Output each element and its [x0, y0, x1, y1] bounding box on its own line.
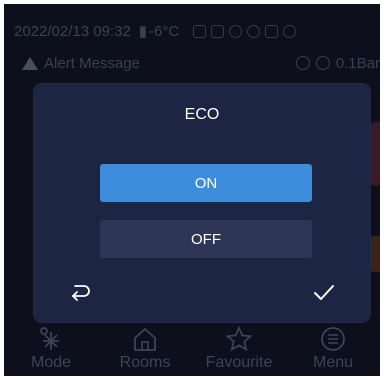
gauge-icon — [315, 56, 330, 70]
status-icons — [193, 24, 297, 38]
nav-item-mode[interactable]: Mode — [11, 326, 91, 372]
dialog-title: ECO — [184, 106, 220, 123]
thermometer-icon: ▮ — [138, 23, 148, 40]
bottom-nav: Mode Rooms Favourite Menu — [4, 320, 380, 376]
nav-label: Mode — [30, 354, 72, 371]
option-off-button[interactable]: OFF — [100, 220, 312, 258]
status-icon — [193, 24, 207, 38]
status-icon — [265, 24, 279, 38]
device-screen: 2022/02/13 09:32 ▮ -6°C Alert Message 0.… — [4, 4, 380, 376]
nav-item-menu[interactable]: Menu — [293, 326, 373, 372]
alert-message-label: Alert Message — [44, 54, 140, 72]
house-icon — [134, 327, 156, 351]
status-icon — [229, 24, 243, 38]
menu-icon — [321, 327, 345, 351]
option-label: OFF — [191, 230, 221, 248]
warning-icon — [22, 56, 38, 70]
nav-label: Rooms — [119, 354, 171, 371]
nav-item-rooms[interactable]: Rooms — [105, 326, 185, 372]
temperature-text: -6°C — [149, 22, 180, 40]
status-icon — [211, 24, 225, 38]
option-label: ON — [194, 174, 218, 192]
gear-icon — [295, 56, 310, 70]
return-arrow-icon[interactable] — [68, 280, 92, 304]
eco-dialog: ECO ON OFF — [34, 84, 370, 322]
alert-bar: Alert Message 0.1Bar — [22, 52, 380, 74]
option-on-button[interactable]: ON — [100, 164, 312, 202]
nav-label: Menu — [312, 354, 354, 371]
status-icon — [283, 24, 297, 38]
datetime-text: 2022/02/13 09:32 — [14, 22, 131, 40]
snowflake-sun-icon — [40, 327, 59, 350]
pressure-value: 0.1Bar — [335, 54, 380, 72]
nav-item-favourite[interactable]: Favourite — [199, 326, 279, 372]
status-icon — [247, 24, 261, 38]
nav-label: Favourite — [205, 354, 273, 371]
star-icon — [225, 326, 253, 352]
alert-bar-status: 0.1Bar — [295, 54, 380, 72]
checkmark-icon[interactable] — [312, 282, 336, 304]
status-bar: 2022/02/13 09:32 ▮ -6°C — [14, 20, 374, 42]
